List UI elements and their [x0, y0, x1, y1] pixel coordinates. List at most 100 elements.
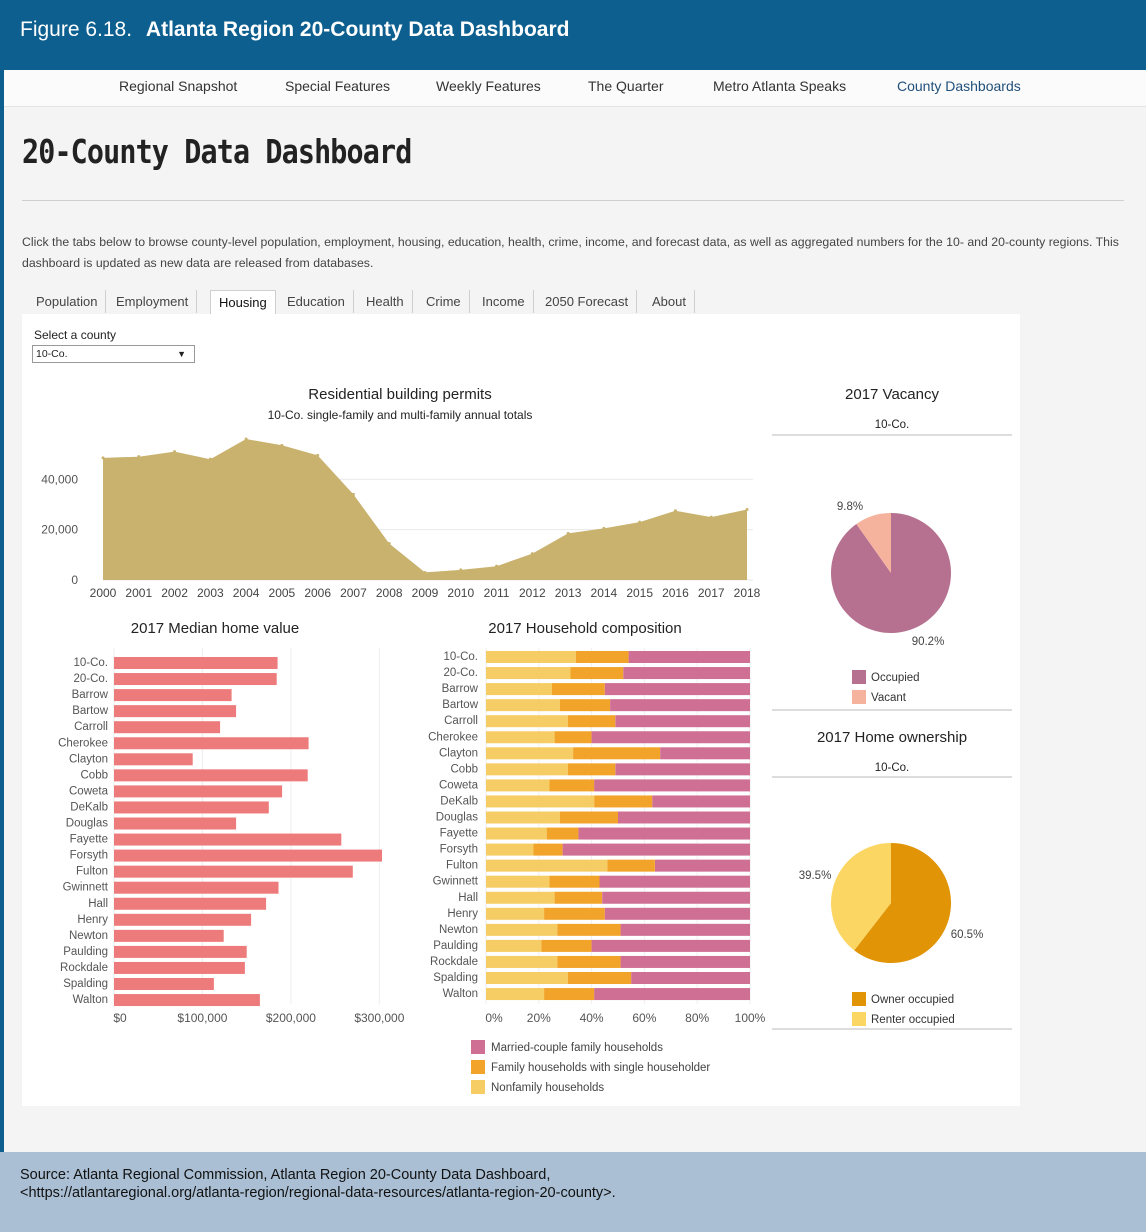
permits-area[interactable]: [103, 439, 747, 580]
permits-point-2003[interactable]: [208, 457, 212, 461]
permits-point-2008[interactable]: [387, 542, 391, 545]
household-bar-forsyth-nonfamily-households[interactable]: [486, 843, 534, 856]
permits-point-2010[interactable]: [459, 568, 463, 572]
median-bar-barrow[interactable]: [114, 689, 232, 702]
median-bar-clayton[interactable]: [114, 753, 193, 766]
household-bar-henry-family-households-with-single-householder[interactable]: [544, 907, 605, 920]
permits-point-2011[interactable]: [495, 564, 499, 568]
permits-point-2018[interactable]: [745, 508, 749, 512]
household-bar-dekalb-family-households-with-single-householder[interactable]: [594, 795, 653, 808]
household-bar-paulding-nonfamily-households[interactable]: [486, 939, 542, 952]
household-bar-douglas-married-couple-family-households[interactable]: [618, 811, 750, 824]
household-bar-hall-family-households-with-single-householder[interactable]: [554, 891, 603, 904]
household-bar-gwinnett-family-households-with-single-householder[interactable]: [549, 875, 600, 888]
permits-point-2001[interactable]: [137, 455, 141, 459]
household-bar-rockdale-family-households-with-single-householder[interactable]: [557, 955, 621, 968]
median-bar-douglas[interactable]: [114, 817, 237, 830]
household-bar-fulton-married-couple-family-households[interactable]: [655, 859, 750, 872]
household-bar-rockdale-nonfamily-households[interactable]: [486, 955, 558, 968]
household-bar-carroll-family-households-with-single-householder[interactable]: [567, 715, 616, 728]
permits-point-2012[interactable]: [530, 552, 534, 556]
median-bar-carroll[interactable]: [114, 721, 221, 734]
household-bar-10-co-family-households-with-single-householder[interactable]: [575, 651, 629, 663]
household-bar-newton-nonfamily-households[interactable]: [486, 923, 558, 936]
median-bar-dekalb[interactable]: [114, 801, 269, 814]
median-bar-fulton[interactable]: [114, 865, 353, 878]
household-bar-hall-nonfamily-households[interactable]: [486, 891, 555, 904]
household-bar-forsyth-married-couple-family-households[interactable]: [562, 843, 750, 856]
household-bar-walton-nonfamily-households[interactable]: [486, 988, 545, 1001]
median-bar-coweta[interactable]: [114, 785, 283, 798]
household-bar-cherokee-nonfamily-households[interactable]: [486, 731, 555, 744]
household-bar-cobb-married-couple-family-households[interactable]: [615, 763, 750, 776]
permits-point-2013[interactable]: [566, 531, 570, 535]
median-bar-20-co[interactable]: [114, 673, 277, 686]
household-bar-coweta-family-households-with-single-householder[interactable]: [549, 779, 595, 792]
household-bar-douglas-family-households-with-single-householder[interactable]: [559, 811, 618, 824]
median-bar-cobb[interactable]: [114, 769, 308, 782]
household-bar-barrow-nonfamily-households[interactable]: [486, 683, 552, 696]
household-bar-newton-married-couple-family-households[interactable]: [620, 923, 750, 936]
household-bar-spalding-nonfamily-households[interactable]: [486, 972, 568, 984]
household-bar-gwinnett-nonfamily-households[interactable]: [486, 875, 550, 888]
permits-point-2000[interactable]: [101, 456, 105, 460]
household-bar-clayton-nonfamily-households[interactable]: [486, 747, 574, 760]
vacancy-slice-occupied[interactable]: [831, 513, 952, 634]
household-bar-20-co-family-households-with-single-householder[interactable]: [570, 667, 624, 680]
permits-point-2015[interactable]: [638, 520, 642, 524]
vacancy-legend-label-vacant[interactable]: Vacant: [871, 692, 907, 704]
household-bar-coweta-married-couple-family-households[interactable]: [594, 779, 750, 792]
household-bar-barrow-family-households-with-single-householder[interactable]: [552, 683, 605, 696]
median-bar-gwinnett[interactable]: [114, 881, 279, 894]
median-bar-walton[interactable]: [114, 994, 260, 1007]
median-bar-henry[interactable]: [114, 913, 252, 926]
median-bar-10-co[interactable]: [114, 657, 278, 669]
vacancy-legend-label-occupied[interactable]: Occupied: [871, 672, 920, 684]
permits-point-2017[interactable]: [709, 515, 713, 519]
household-bar-cobb-family-households-with-single-householder[interactable]: [567, 763, 616, 776]
median-bar-newton[interactable]: [114, 929, 224, 942]
permits-point-2016[interactable]: [673, 509, 677, 513]
median-bar-bartow[interactable]: [114, 705, 237, 718]
household-bar-coweta-nonfamily-households[interactable]: [486, 779, 550, 792]
household-bar-clayton-married-couple-family-households[interactable]: [660, 747, 750, 760]
household-legend-label-married-couple-family-households[interactable]: Married-couple family households: [491, 1042, 663, 1054]
median-bar-fayette[interactable]: [114, 833, 342, 846]
household-bar-bartow-family-households-with-single-householder[interactable]: [559, 699, 611, 712]
household-legend-label-nonfamily-households[interactable]: Nonfamily households: [491, 1082, 604, 1094]
household-bar-spalding-family-households-with-single-householder[interactable]: [567, 972, 632, 984]
household-bar-dekalb-married-couple-family-households[interactable]: [652, 795, 750, 808]
median-bar-paulding[interactable]: [114, 945, 247, 958]
household-bar-dekalb-nonfamily-households[interactable]: [486, 795, 595, 808]
ownership-legend-label-renter-occupied[interactable]: Renter occupied: [871, 1014, 955, 1026]
median-bar-spalding[interactable]: [114, 978, 214, 990]
household-bar-fayette-family-households-with-single-householder[interactable]: [546, 827, 579, 840]
household-bar-gwinnett-married-couple-family-households[interactable]: [599, 875, 751, 888]
household-bar-fulton-family-households-with-single-householder[interactable]: [607, 859, 655, 872]
household-bar-barrow-married-couple-family-households[interactable]: [604, 683, 750, 696]
household-bar-10-co-nonfamily-households[interactable]: [486, 651, 576, 663]
household-bar-fayette-nonfamily-households[interactable]: [486, 827, 547, 840]
household-legend-label-family-households-with-single-householder[interactable]: Family households with single householde…: [491, 1062, 710, 1074]
median-bar-rockdale[interactable]: [114, 961, 245, 974]
household-bar-cherokee-family-households-with-single-householder[interactable]: [554, 731, 592, 744]
household-bar-paulding-married-couple-family-households[interactable]: [591, 939, 750, 952]
household-bar-20-co-married-couple-family-households[interactable]: [623, 667, 750, 680]
permits-point-2006[interactable]: [316, 453, 320, 457]
household-bar-20-co-nonfamily-households[interactable]: [486, 667, 571, 680]
permits-point-2002[interactable]: [173, 450, 177, 454]
household-bar-fulton-nonfamily-households[interactable]: [486, 859, 608, 872]
household-bar-clayton-family-households-with-single-householder[interactable]: [573, 747, 661, 760]
household-bar-forsyth-family-households-with-single-householder[interactable]: [533, 843, 563, 856]
household-bar-cobb-nonfamily-households[interactable]: [486, 763, 568, 776]
household-bar-spalding-married-couple-family-households[interactable]: [631, 972, 750, 984]
permits-point-2009[interactable]: [423, 570, 427, 574]
household-bar-carroll-nonfamily-households[interactable]: [486, 715, 568, 728]
permits-point-2005[interactable]: [280, 443, 284, 447]
household-bar-hall-married-couple-family-households[interactable]: [602, 891, 750, 904]
ownership-legend-label-owner-occupied[interactable]: Owner occupied: [871, 994, 954, 1006]
household-bar-10-co-married-couple-family-households[interactable]: [628, 651, 750, 663]
household-bar-cherokee-married-couple-family-households[interactable]: [591, 731, 750, 744]
household-bar-paulding-family-households-with-single-householder[interactable]: [541, 939, 592, 952]
permits-point-2004[interactable]: [244, 437, 248, 441]
